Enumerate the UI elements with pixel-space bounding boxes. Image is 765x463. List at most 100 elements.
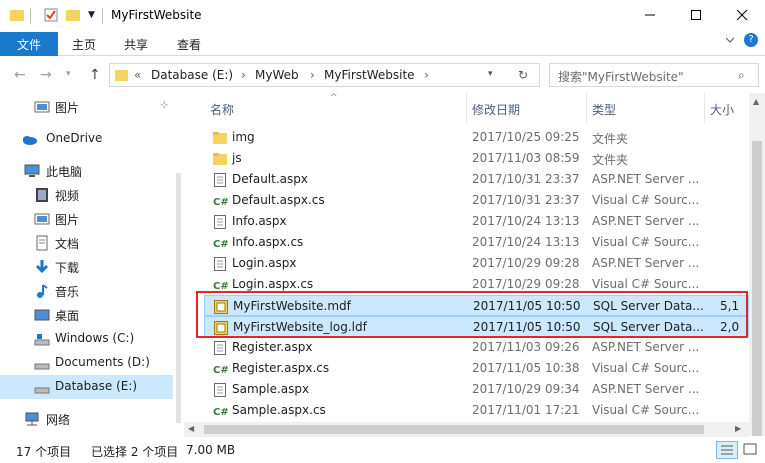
expand-ribbon-icon[interactable] [724, 34, 736, 49]
breadcrumb-database[interactable]: Database (E:) [151, 68, 233, 82]
nav-item-pictures-pinned[interactable]: 图片 ⊹ [0, 95, 173, 119]
nav-item-videos[interactable]: 视频 [0, 183, 173, 207]
file-date: 2017/10/29 09:34 [472, 382, 580, 396]
nav-item-database-e[interactable]: Database (E:) [0, 375, 173, 399]
scroll-left-icon[interactable]: ◀ [188, 424, 194, 433]
horizontal-scrollbar[interactable]: ◀ ▶ [184, 422, 749, 437]
breadcrumb-myfirstwebsite[interactable]: MyFirstWebsite [324, 68, 415, 82]
aspx-file-icon [212, 172, 228, 188]
status-bar: 17 个项目 已选择 2 个项目 7.00 MB [0, 437, 765, 463]
breadcrumb-myweb[interactable]: MyWeb [255, 68, 299, 82]
new-folder-icon[interactable] [66, 8, 80, 25]
refresh-icon[interactable]: ↻ [518, 68, 528, 82]
nav-item-downloads[interactable]: 下载 [0, 255, 173, 279]
column-name[interactable]: 名称 [210, 101, 234, 118]
address-bar[interactable]: « Database (E:) › MyWeb › MyFirstWebsite… [109, 63, 540, 87]
file-row[interactable]: C# Sample.aspx.cs 2017/11/01 17:21 Visual C… [204, 400, 749, 421]
scroll-right-icon[interactable]: ▶ [735, 424, 741, 433]
close-button[interactable] [719, 0, 765, 30]
large-icons-view-icon[interactable] [741, 441, 761, 459]
scroll-up-icon[interactable]: ▲ [753, 97, 759, 106]
computer-icon [24, 163, 40, 179]
file-type: ASP.NET Server ... [592, 382, 700, 396]
minimize-button[interactable] [627, 0, 673, 30]
file-row[interactable]: Info.aspx 2017/10/24 13:13 ASP.NET Server … [204, 211, 749, 232]
network-icon [24, 411, 40, 427]
file-name: Default.aspx.cs [232, 193, 325, 207]
tab-home[interactable]: 主页 [72, 36, 96, 53]
file-date: 2017/11/01 17:21 [472, 403, 580, 417]
selection-count: 已选择 2 个项目 [91, 445, 179, 459]
pin-icon[interactable]: ⊹ [160, 100, 168, 111]
nav-item-windows-c[interactable]: Windows (C:) [0, 327, 173, 351]
nav-scrollbar[interactable] [173, 93, 184, 436]
nav-item-label: OneDrive [46, 131, 103, 145]
breadcrumb-separator-icon[interactable]: › [424, 68, 429, 82]
aspx-file-icon [212, 256, 228, 272]
file-row[interactable]: C# Default.aspx.cs 2017/10/31 23:37 Visual … [204, 190, 749, 211]
svg-text:C#: C# [213, 365, 228, 376]
vertical-scroll-thumb[interactable] [752, 141, 762, 436]
item-count: 17 个项目 [16, 445, 72, 459]
nav-item-network[interactable]: 网络 [0, 407, 173, 431]
nav-item-label: Database (E:) [55, 379, 138, 393]
ribbon: 文件 主页 共享 查看 ? [0, 32, 765, 56]
videos-icon [34, 187, 50, 203]
file-name: Register.aspx [232, 340, 313, 354]
nav-item-documents-d[interactable]: Documents (D:) [0, 351, 173, 375]
file-row[interactable]: Register.aspx 2017/11/03 09:26 ASP.NET Ser… [204, 337, 749, 358]
sort-ascending-icon: ^ [330, 93, 338, 103]
file-row[interactable]: img 2017/10/25 09:25 文件夹 [204, 127, 749, 148]
nav-item-music[interactable]: 音乐 [0, 279, 173, 303]
file-row[interactable]: Login.aspx 2017/10/29 09:28 ASP.NET Server… [204, 253, 749, 274]
navigation-pane: 图片 ⊹ OneDrive 此电脑 视频 图片 文档 下载 音乐 桌面 Wind… [0, 93, 173, 436]
file-row[interactable]: C# Register.aspx.cs 2017/11/05 10:38 Visual… [204, 358, 749, 379]
column-date[interactable]: 修改日期 [472, 101, 520, 118]
file-row[interactable]: Sample.aspx 2017/10/29 09:34 ASP.NET Serve… [204, 379, 749, 400]
tab-share[interactable]: 共享 [124, 36, 148, 53]
horizontal-scroll-thumb[interactable] [204, 425, 704, 434]
customize-toolbar-icon[interactable]: ▼ [88, 10, 95, 20]
recent-locations-icon[interactable]: ▾ [66, 69, 71, 79]
file-date: 2017/11/03 08:59 [472, 151, 580, 165]
nav-item-desktop[interactable]: 桌面 [0, 303, 173, 327]
vertical-scrollbar[interactable]: ▲ [749, 93, 765, 436]
search-input[interactable]: 搜索"MyFirstWebsite" ⌕ [549, 63, 759, 87]
breadcrumb-separator-icon[interactable]: › [310, 68, 315, 82]
forward-icon[interactable]: → [40, 67, 52, 83]
file-name: Sample.aspx [232, 382, 310, 396]
overflow-breadcrumb[interactable]: « [134, 68, 141, 82]
file-list: ^ 名称 修改日期 类型 大小 img 2017/10/25 09:25 文件夹 js… [184, 93, 749, 436]
file-row[interactable]: js 2017/11/03 08:59 文件夹 [204, 148, 749, 169]
file-type: 文件夹 [592, 153, 629, 167]
tab-file[interactable]: 文件 [0, 32, 58, 56]
nav-item-pictures[interactable]: 图片 [0, 207, 173, 231]
file-name: Login.aspx.cs [232, 277, 314, 291]
csharp-file-icon: C# [212, 235, 229, 251]
file-name: Login.aspx [232, 256, 297, 270]
nav-item-documents[interactable]: 文档 [0, 231, 173, 255]
svg-text:C#: C# [213, 407, 228, 418]
address-dropdown-icon[interactable]: ▾ [488, 69, 493, 79]
svg-text:C#: C# [213, 239, 228, 250]
file-row[interactable]: Default.aspx 2017/10/31 23:37 ASP.NET Serv… [204, 169, 749, 190]
up-icon[interactable]: ↑ [89, 67, 101, 83]
column-size[interactable]: 大小 [710, 101, 734, 118]
breadcrumb-separator-icon[interactable]: › [241, 68, 246, 82]
search-icon[interactable]: ⌕ [738, 68, 745, 83]
tab-view[interactable]: 查看 [177, 36, 201, 53]
file-date: 2017/10/24 13:13 [472, 214, 580, 228]
back-icon[interactable]: ← [14, 67, 26, 83]
maximize-button[interactable] [673, 0, 719, 30]
details-view-icon[interactable] [716, 441, 738, 459]
csharp-file-icon: C# [212, 403, 229, 419]
aspx-file-icon [212, 382, 228, 398]
nav-item-onedrive[interactable]: OneDrive [0, 127, 173, 151]
properties-icon[interactable] [44, 8, 58, 25]
folder-icon [212, 151, 228, 167]
nav-item-this-pc[interactable]: 此电脑 [0, 159, 173, 183]
column-type[interactable]: 类型 [592, 101, 616, 118]
file-row[interactable]: C# Info.aspx.cs 2017/10/24 13:13 Visual C# … [204, 232, 749, 253]
drive-icon [34, 355, 50, 371]
help-icon[interactable]: ? [744, 33, 758, 47]
